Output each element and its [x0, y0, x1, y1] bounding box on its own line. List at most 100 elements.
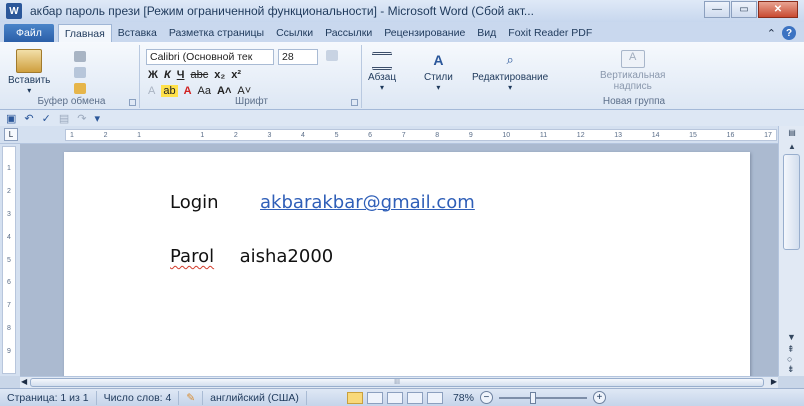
- scroll-right-icon[interactable]: ▶: [771, 377, 777, 386]
- zoom-slider-thumb[interactable]: [530, 391, 537, 404]
- login-label: Login: [170, 192, 219, 213]
- horizontal-scroll-thumb[interactable]: III: [30, 378, 764, 387]
- format-painter-icon[interactable]: [74, 83, 86, 94]
- paste-label: Вставить: [8, 75, 51, 86]
- vertical-ruler-mark: 5: [7, 256, 11, 264]
- ruler-mark: 13: [614, 131, 623, 139]
- font-name-combo[interactable]: Calibri (Основной тек: [146, 49, 274, 65]
- styles-label: Стили: [424, 72, 453, 83]
- next-page-icon[interactable]: ⇟: [787, 364, 795, 375]
- vertical-ruler[interactable]: 1 2 3 4 5 6 7 8 9: [2, 146, 16, 374]
- login-email-link[interactable]: akbarakbar@gmail.com: [260, 192, 475, 213]
- close-icon[interactable]: ✕: [758, 1, 798, 18]
- zoom-in-icon[interactable]: +: [592, 391, 606, 404]
- clear-formatting-icon[interactable]: [326, 50, 338, 61]
- vertical-scrollbar[interactable]: ▤ ▲ ▼ ⇞ ○ ⇟: [778, 126, 804, 376]
- scroll-up-icon[interactable]: ▲: [785, 142, 799, 154]
- clipboard-group-label: Буфер обмена: [37, 96, 106, 107]
- subscript-button[interactable]: x₂: [214, 69, 225, 81]
- clipboard-launcher-icon[interactable]: [129, 99, 136, 106]
- chevron-down-icon: ▾: [380, 83, 385, 92]
- ruler-mark: 14: [651, 131, 660, 139]
- full-screen-reading-view-icon[interactable]: [366, 391, 383, 404]
- word-app-icon[interactable]: W: [6, 3, 22, 19]
- ruler-mark: 1: [70, 131, 74, 139]
- ruler-mark: 10: [502, 131, 511, 139]
- ruler-toggle-icon[interactable]: ▤: [785, 128, 799, 140]
- ruler-bar: L 1 2 1 1 2 3 4 5 6 7 8 9 10 11 12 13 14 15 16 17: [0, 126, 804, 144]
- outline-view-icon[interactable]: [406, 391, 423, 404]
- draft-view-icon[interactable]: [426, 391, 443, 404]
- editing-button[interactable]: ⌕ Редактирование ▾: [472, 50, 548, 92]
- scroll-down-icon[interactable]: ▼: [787, 332, 796, 342]
- title-bar: W акбар пароль прези [Режим ограниченной…: [0, 0, 804, 22]
- ruler-mark: 17: [764, 131, 772, 139]
- zoom-slider[interactable]: [498, 391, 587, 404]
- ruler-mark: 2: [103, 131, 108, 139]
- underline-button[interactable]: Ч: [177, 69, 185, 81]
- paste-button[interactable]: Вставить ▾: [8, 49, 50, 95]
- paragraph-label: Абзац: [368, 72, 397, 83]
- scroll-left-icon[interactable]: ◀: [21, 377, 27, 386]
- vertical-ruler-mark: 3: [7, 210, 11, 218]
- tab-insert[interactable]: Вставка: [112, 24, 163, 42]
- select-browse-object-icon[interactable]: ○: [787, 354, 792, 364]
- ruler-mark: 2: [233, 131, 238, 139]
- language-indicator[interactable]: английский (США): [203, 390, 307, 405]
- customize-qat-icon[interactable]: ▾: [94, 112, 100, 125]
- ribbon: Вставить ▾ Буфер обмена Calibri (Основно…: [0, 42, 804, 110]
- horizontal-ruler[interactable]: 1 2 1 1 2 3 4 5 6 7 8 9 10 11 12 13 14 15 16 17: [65, 129, 777, 141]
- tab-references[interactable]: Ссылки: [270, 24, 319, 42]
- tab-home[interactable]: Главная: [57, 24, 112, 42]
- vertical-ruler-mark: 7: [7, 302, 11, 310]
- italic-button[interactable]: К: [164, 69, 171, 81]
- textbox-label-2: надпись: [613, 81, 652, 92]
- tab-file[interactable]: Файл: [4, 24, 54, 42]
- word-count[interactable]: Число слов: 4: [97, 390, 180, 405]
- font-size-combo[interactable]: 28: [278, 49, 318, 65]
- strikethrough-button[interactable]: abc: [190, 69, 208, 81]
- cut-icon[interactable]: [74, 51, 86, 62]
- proofing-icon[interactable]: ✎: [179, 390, 204, 405]
- zoom-level[interactable]: 78%: [453, 392, 474, 404]
- vertical-scroll-thumb[interactable]: [783, 154, 800, 250]
- ribbon-minimize-icon[interactable]: ⌃: [767, 27, 776, 40]
- document-area: Login akbarakbar@gmail.com Parol aisha20…: [20, 144, 778, 376]
- new-group-label: Новая группа: [602, 96, 666, 107]
- maximize-icon[interactable]: ▭: [731, 1, 757, 18]
- page-count[interactable]: Страница: 1 из 1: [0, 390, 97, 405]
- document-page[interactable]: Login akbarakbar@gmail.com Parol aisha20…: [64, 152, 750, 376]
- print-layout-view-icon[interactable]: [346, 391, 363, 404]
- redo-icon[interactable]: ↷: [77, 112, 86, 125]
- editing-label: Редактирование: [472, 72, 549, 83]
- tab-view[interactable]: Вид: [471, 24, 502, 42]
- ruler-mark: 5: [334, 131, 339, 139]
- ruler-mark: 3: [267, 131, 272, 139]
- undo-icon[interactable]: ↶: [24, 112, 33, 125]
- web-layout-view-icon[interactable]: [386, 391, 403, 404]
- bold-button[interactable]: Ж: [148, 69, 158, 81]
- clipboard-group: Вставить ▾ Буфер обмена: [4, 45, 140, 108]
- tab-mailings[interactable]: Рассылки: [319, 24, 378, 42]
- paragraph-button[interactable]: Абзац ▾: [368, 50, 396, 92]
- tab-selector-icon[interactable]: L: [4, 128, 18, 141]
- tab-page-layout[interactable]: Разметка страницы: [163, 24, 270, 42]
- copy-icon[interactable]: [74, 67, 86, 78]
- textbox-icon: A: [620, 50, 645, 68]
- zoom-out-icon[interactable]: −: [479, 391, 493, 404]
- horizontal-scrollbar[interactable]: ◀ III ▶: [20, 376, 778, 388]
- ruler-mark: 15: [689, 131, 697, 139]
- save-icon[interactable]: ▣: [6, 112, 16, 125]
- styles-button[interactable]: A Стили ▾: [424, 50, 453, 92]
- chevron-down-icon: ▾: [27, 86, 32, 95]
- tab-foxit-reader-pdf[interactable]: Foxit Reader PDF: [502, 24, 598, 42]
- spelling-icon[interactable]: ✓: [42, 112, 51, 125]
- print-preview-icon[interactable]: ▤: [59, 112, 69, 125]
- font-launcher-icon[interactable]: [351, 99, 358, 106]
- superscript-button[interactable]: x²: [231, 69, 241, 81]
- help-icon[interactable]: ?: [782, 26, 796, 40]
- vertical-textbox-button[interactable]: A Вертикальная надпись: [600, 50, 665, 92]
- tab-review[interactable]: Рецензирование: [378, 24, 471, 42]
- minimize-icon[interactable]: —: [704, 1, 730, 18]
- chevron-down-icon: ▾: [508, 83, 513, 92]
